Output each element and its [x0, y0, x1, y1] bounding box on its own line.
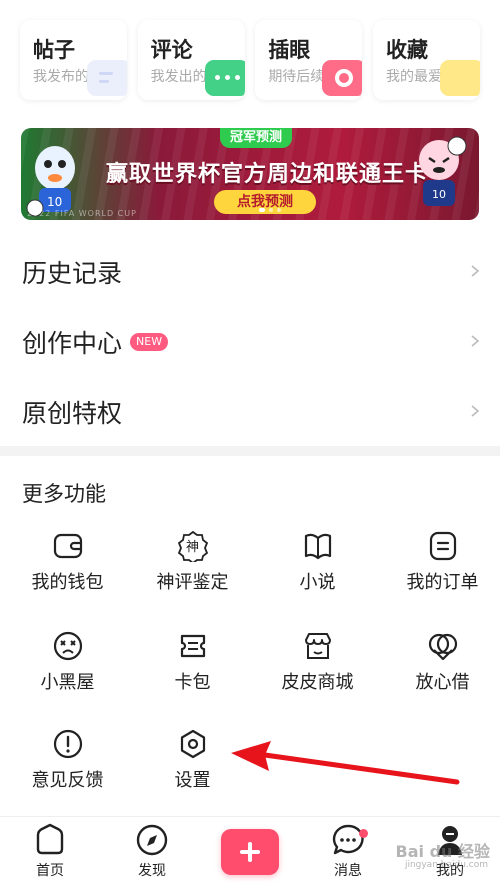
grid-item-card-pack[interactable]: 卡包 — [130, 630, 255, 710]
tab-home[interactable]: 首页 — [0, 823, 100, 880]
grid-item-orders[interactable]: 我的订单 — [380, 530, 500, 610]
menu-label: 历史记录 — [22, 259, 123, 288]
tab-discover[interactable]: 发现 — [102, 823, 202, 880]
book-icon — [304, 533, 331, 560]
mascot-right-icon: 10 — [419, 136, 467, 206]
loan-icon — [428, 633, 457, 661]
more-features-title: 更多功能 — [22, 482, 106, 506]
svg-text:10: 10 — [432, 188, 446, 201]
wallet-icon — [53, 533, 82, 559]
chevron-right-icon — [471, 265, 480, 277]
banner-pagination — [259, 208, 281, 212]
grid-item-novel[interactable]: 小说 — [255, 530, 380, 610]
grid-label: 我的订单 — [406, 572, 479, 593]
tab-messages[interactable]: 消息 — [298, 823, 398, 880]
watermark: Bai du 经验 — [395, 842, 490, 861]
feedback-icon — [53, 729, 82, 759]
card-comments[interactable]: 评论 我发出的 — [137, 20, 245, 100]
card-pack-icon — [180, 634, 205, 658]
card-favorites[interactable]: 收藏 我的最爱 — [372, 20, 480, 100]
shop-icon — [304, 633, 331, 659]
watermark-sub: jingyan.baidu.com — [404, 860, 488, 870]
card-subtitle: 我发出的 — [150, 69, 207, 85]
menu-history[interactable]: 历史记录 — [0, 237, 500, 307]
grid-label: 皮皮商城 — [281, 672, 354, 693]
card-watch-later[interactable]: 插眼 期待后续 — [255, 20, 363, 100]
tab-label: 发现 — [138, 863, 166, 879]
grid-item-pipi-shop[interactable]: 皮皮商城 — [255, 630, 380, 710]
grid-item-wallet[interactable]: 我的钱包 — [5, 530, 130, 610]
eye-decoration-icon — [322, 60, 363, 96]
chevron-right-icon — [471, 335, 480, 347]
card-subtitle: 我的最爱 — [385, 69, 442, 85]
chevron-right-icon — [471, 405, 480, 417]
card-title: 收藏 — [385, 38, 428, 62]
grid-item-loan[interactable]: 放心借 — [380, 630, 500, 710]
card-posts[interactable]: 帖子 我发布的 — [20, 20, 127, 100]
quick-cards: 帖子 我发布的 评论 我发出的 插眼 期待后续 收藏 我的最爱 — [20, 20, 480, 102]
tab-label: 首页 — [36, 863, 64, 879]
grid-item-feedback[interactable]: 意见反馈 — [5, 728, 130, 808]
compass-icon — [136, 824, 168, 856]
home-icon — [36, 823, 64, 855]
message-icon — [332, 824, 364, 855]
menu-creator-center[interactable]: 创作中心 NEW — [0, 307, 500, 377]
posts-decoration-icon — [87, 60, 127, 96]
banner-headline: 赢取世界杯官方周边和联通王卡 — [106, 162, 429, 187]
divine-review-icon: 神 — [177, 530, 208, 562]
menu-original-privilege[interactable]: 原创特权 — [0, 377, 500, 447]
grid-label: 放心借 — [415, 672, 470, 693]
card-title: 帖子 — [33, 38, 75, 62]
svg-text:10: 10 — [47, 195, 62, 209]
card-title: 插眼 — [268, 38, 311, 62]
comments-decoration-icon — [204, 60, 245, 96]
grid-item-blackroom[interactable]: 小黑屋 — [5, 630, 130, 710]
banner-tag: 冠军预测 — [220, 128, 292, 148]
promo-banner[interactable]: 10 冠军预测 赢取世界杯官方周边和联通王卡 点我预测 10 2022 FIFA… — [21, 128, 479, 220]
divine-glyph: 神 — [186, 540, 199, 555]
star-decoration-icon — [439, 60, 480, 96]
card-subtitle: 期待后续 — [268, 69, 325, 85]
new-badge: NEW — [130, 333, 169, 351]
dizzy-face-icon — [53, 631, 82, 661]
tab-label: 消息 — [334, 863, 362, 879]
card-title: 评论 — [150, 38, 193, 62]
section-divider — [0, 446, 500, 456]
grid-label: 小说 — [299, 572, 336, 593]
order-icon — [429, 531, 456, 561]
publish-plus-button[interactable] — [221, 829, 279, 875]
grid-label: 我的钱包 — [31, 572, 104, 593]
menu-label: 创作中心 — [22, 329, 123, 358]
annotation-arrow-icon — [231, 741, 460, 785]
grid-item-divine-review[interactable]: 神 神评鉴定 — [130, 530, 255, 610]
grid-label: 小黑屋 — [40, 672, 95, 693]
grid-label: 神评鉴定 — [156, 572, 229, 593]
unread-dot — [359, 829, 368, 838]
grid-label: 意见反馈 — [31, 770, 104, 791]
card-subtitle: 我发布的 — [33, 69, 89, 85]
menu-label: 原创特权 — [22, 399, 123, 428]
settings-icon — [180, 729, 205, 759]
grid-label: 卡包 — [174, 672, 211, 693]
mascot-left-icon: 10 — [26, 146, 75, 217]
banner-footer-text: 2022 FIFA WORLD CUP — [27, 209, 137, 218]
